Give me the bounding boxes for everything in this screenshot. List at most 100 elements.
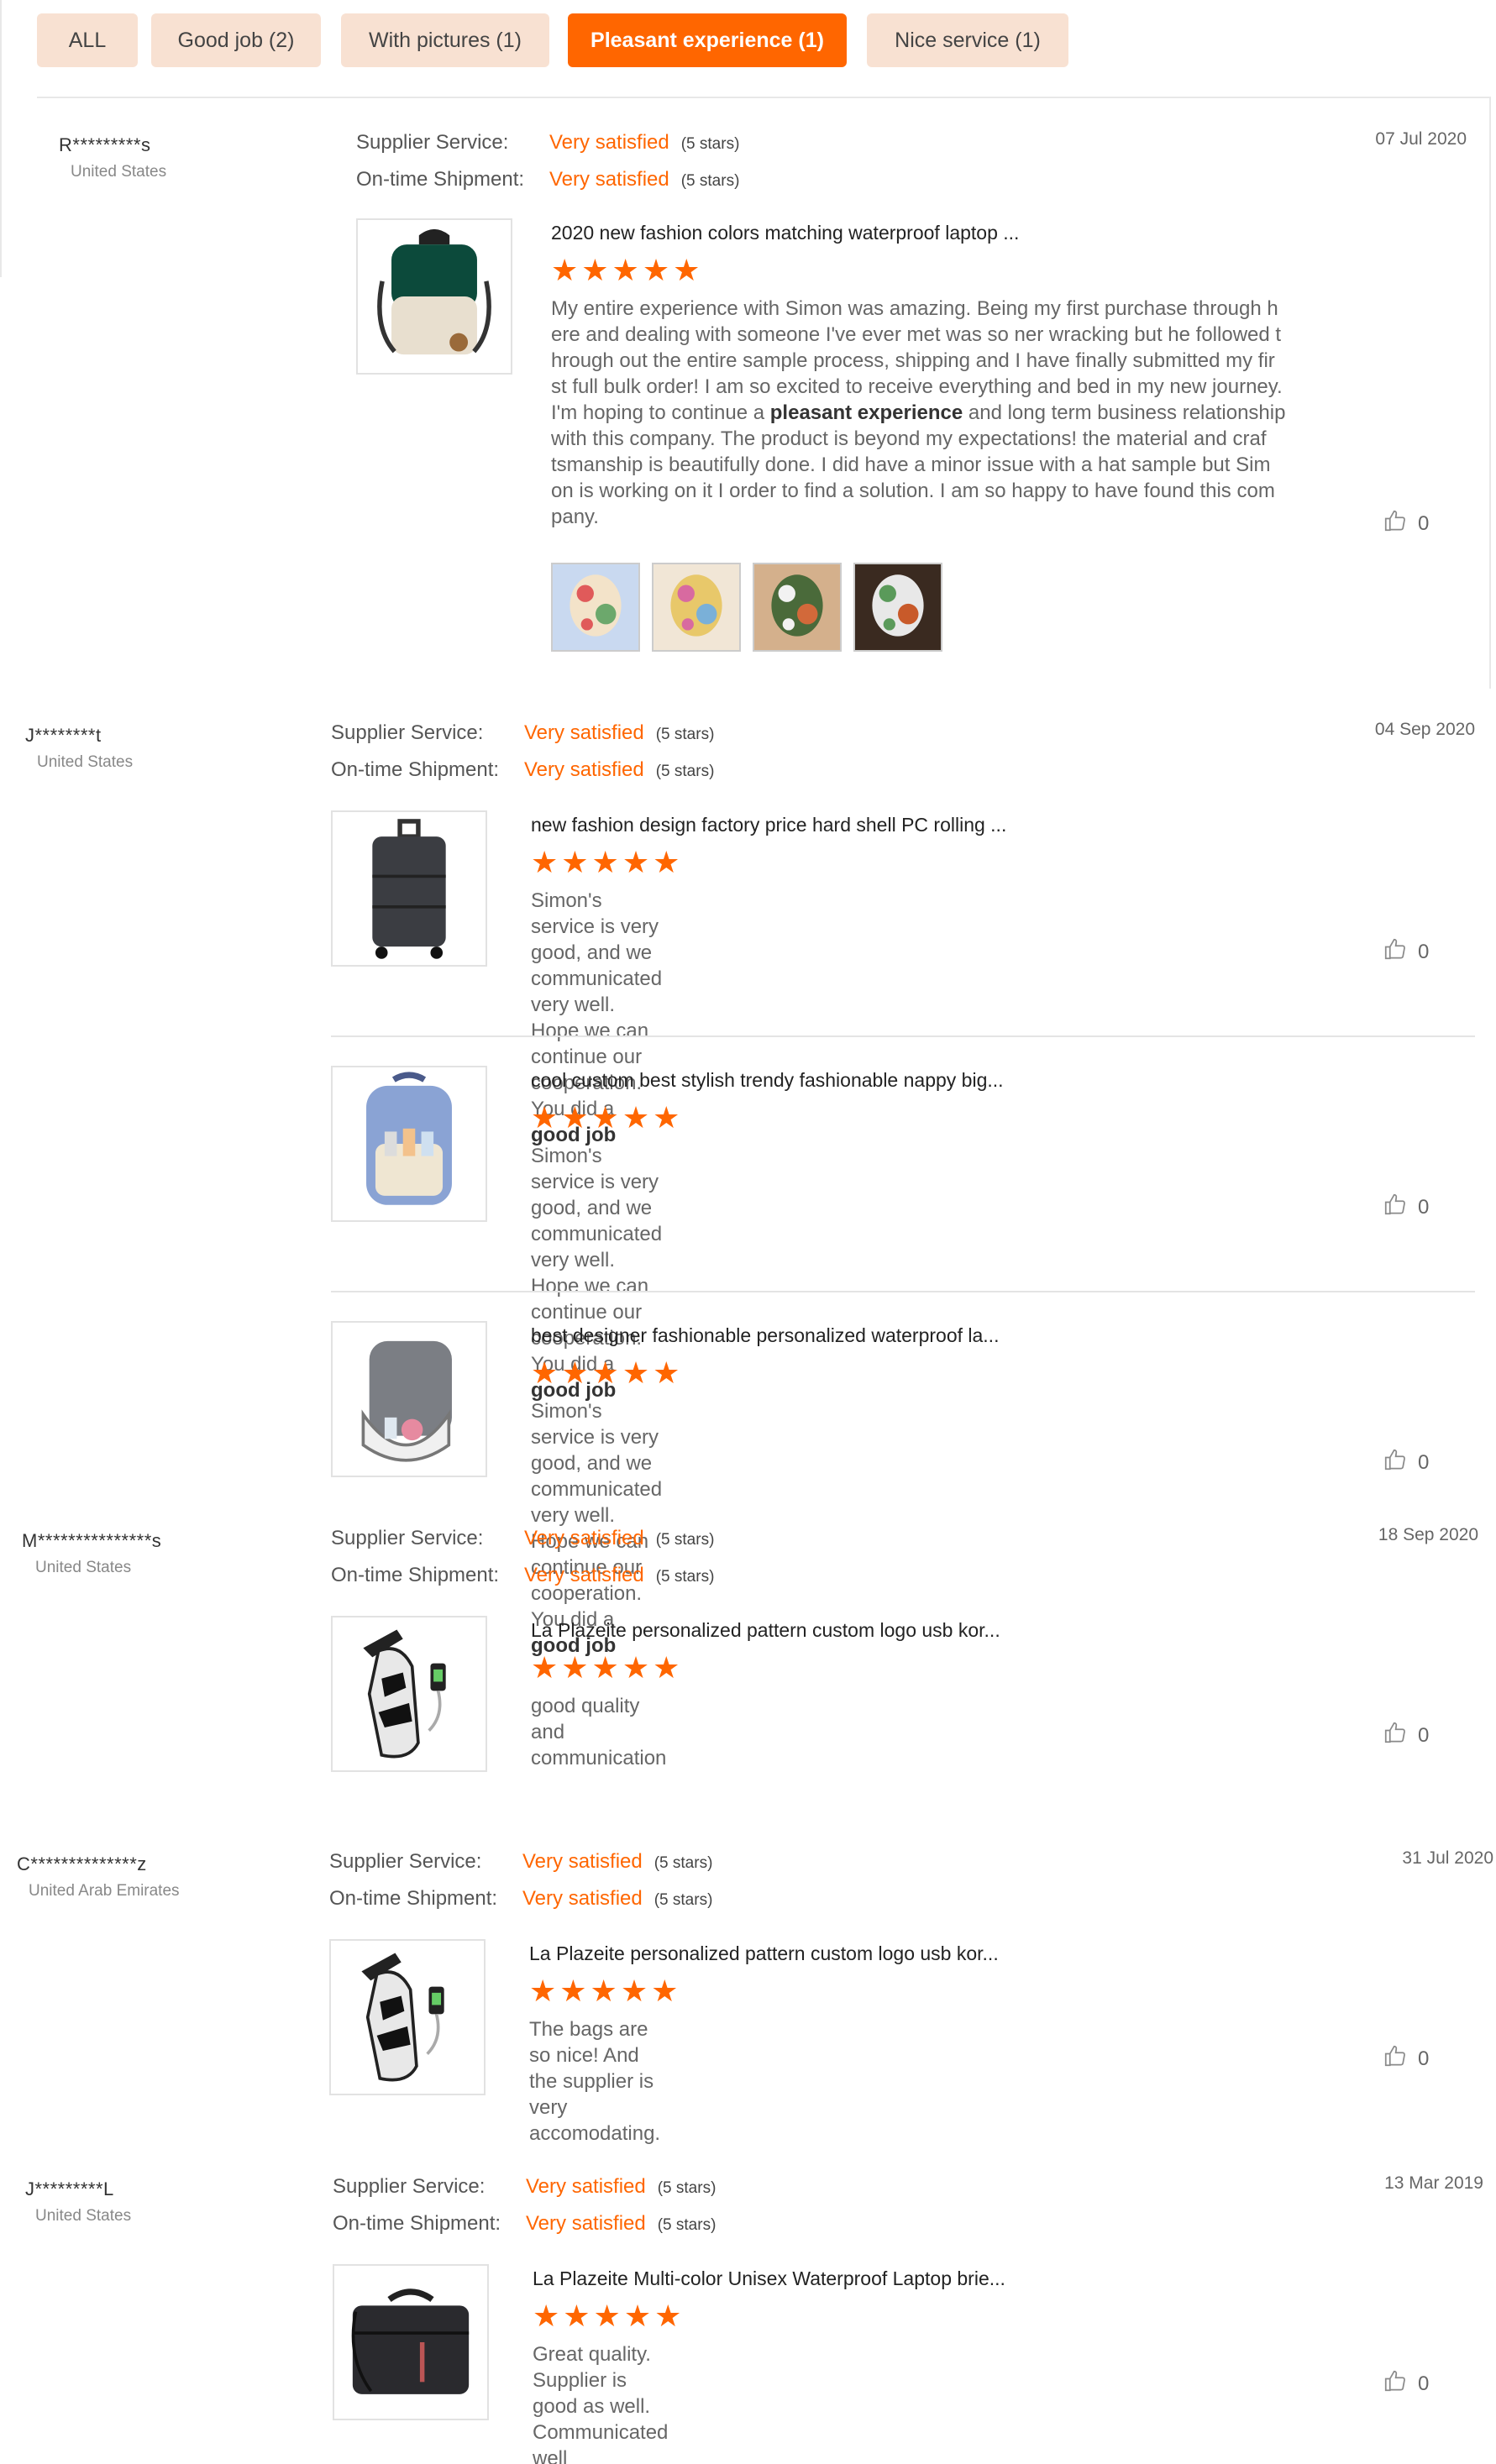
- helpful-count: 0: [1418, 2372, 1430, 2395]
- review-date: 31 Jul 2020: [1402, 1848, 1493, 1868]
- review-pictures: [551, 563, 942, 652]
- product-image[interactable]: [331, 1616, 487, 1772]
- rating-value: Very satisfied: [524, 1527, 644, 1549]
- rating-star-count: (5 stars): [657, 2216, 717, 2234]
- product-title-link[interactable]: cool custom best stylish trendy fashiona…: [531, 1069, 1004, 1092]
- thumbs-up-icon: [1383, 2368, 1408, 2399]
- review-comment: Great quality. Supplier is good as well.…: [533, 2341, 668, 2464]
- thumbs-up-icon: [1383, 936, 1408, 967]
- rating-value: Very satisfied: [526, 2212, 646, 2235]
- star-rating: ★★★★★: [529, 1974, 682, 2008]
- review-date: 18 Sep 2020: [1378, 1525, 1478, 1544]
- rating-value: Very satisfied: [524, 1564, 644, 1586]
- reviewer-country: United States: [37, 753, 134, 771]
- star-rating: ★★★★★: [533, 2299, 685, 2333]
- product-title-link[interactable]: new fashion design factory price hard sh…: [531, 814, 1006, 836]
- reviewer-name: J********t: [25, 725, 102, 746]
- reviewer-country: United States: [71, 163, 167, 181]
- review-date: 07 Jul 2020: [1375, 129, 1467, 149]
- helpful-button[interactable]: 0: [1383, 2043, 1429, 2074]
- rating-label: On-time Shipment:: [331, 1564, 500, 1586]
- product-title-link[interactable]: best designer fashionable personalized w…: [531, 1324, 999, 1347]
- helpful-button[interactable]: 0: [1383, 2368, 1429, 2399]
- rating-label: On-time Shipment:: [329, 1887, 498, 1910]
- rating-star-count: (5 stars): [655, 1568, 715, 1586]
- review-item: R*********s United States 07 Jul 2020 Suppl…: [0, 126, 1496, 652]
- review-date: 13 Mar 2019: [1384, 2173, 1483, 2193]
- rating-value: Very satisfied: [526, 2175, 646, 2198]
- panel-border: [1489, 97, 1491, 689]
- rating-label: On-time Shipment:: [333, 2212, 501, 2235]
- filter-all[interactable]: ALL: [37, 13, 138, 67]
- supplier-service-rating: Supplier Service: Very satisfied (5 stars): [329, 1850, 712, 1875]
- filter-good-job[interactable]: Good job (2): [151, 13, 321, 67]
- reviewer-country: United States: [35, 2207, 132, 2225]
- rating-label: Supplier Service:: [331, 721, 484, 744]
- review-item: J********t United States 04 Sep 2020 Suppli…: [0, 716, 1496, 1657]
- comment-text: good quality and communication: [531, 1695, 667, 1769]
- review-photo[interactable]: [753, 563, 842, 652]
- product-title-link[interactable]: 2020 new fashion colors matching waterpr…: [551, 222, 1019, 244]
- review-item: J*********L United States 13 Mar 2019 Suppl…: [0, 2170, 1496, 2464]
- star-rating: ★★★★★: [551, 253, 704, 287]
- comment-text: Simon's service is very good, and we com…: [531, 1400, 663, 1631]
- on-time-shipment-rating: On-time Shipment: Very satisfied (5 stars): [329, 1887, 712, 1912]
- filter-with-pictures[interactable]: With pictures (1): [341, 13, 549, 67]
- thumbs-up-icon: [1383, 1192, 1408, 1223]
- rating-value: Very satisfied: [522, 1887, 643, 1910]
- review-comment: good quality and communication: [531, 1693, 666, 1771]
- review-item: C**************z United Arab Emirates 31 J…: [0, 1845, 1496, 2145]
- helpful-count: 0: [1418, 2047, 1430, 2070]
- supplier-service-rating: Supplier Service: Very satisfied (5 stars): [331, 721, 714, 747]
- supplier-service-rating: Supplier Service: Very satisfied (5 stars): [356, 131, 739, 156]
- panel-border-left: [0, 0, 2, 277]
- product-title-link[interactable]: La Plazeite personalized pattern custom …: [531, 1619, 1000, 1642]
- helpful-button[interactable]: 0: [1383, 1720, 1429, 1751]
- rating-label: Supplier Service:: [333, 2175, 486, 2198]
- rating-label: Supplier Service:: [356, 131, 509, 154]
- filter-pleasant-experience[interactable]: Pleasant experience (1): [568, 13, 847, 67]
- reviewer-name: M***************s: [22, 1530, 162, 1551]
- product-image[interactable]: [331, 1066, 487, 1222]
- on-time-shipment-rating: On-time Shipment: Very satisfied (5 stars): [333, 2212, 716, 2237]
- rating-value: Very satisfied: [549, 168, 669, 191]
- product-image[interactable]: [333, 2264, 489, 2420]
- helpful-button[interactable]: 0: [1383, 508, 1429, 539]
- thumbs-up-icon: [1383, 508, 1408, 539]
- helpful-count: 0: [1418, 940, 1430, 963]
- product-divider: [331, 1291, 1475, 1292]
- rating-star-count: (5 stars): [655, 763, 715, 780]
- product-image[interactable]: [356, 218, 512, 375]
- rating-label: On-time Shipment:: [331, 758, 500, 781]
- filter-divider: [37, 97, 1491, 98]
- star-rating: ★★★★★: [531, 1355, 684, 1390]
- rating-star-count: (5 stars): [654, 1891, 713, 1909]
- product-image[interactable]: [331, 1321, 487, 1477]
- product-divider: [331, 1035, 1475, 1037]
- rating-label: On-time Shipment:: [356, 168, 525, 191]
- review-comment: The bags are so nice! And the supplier i…: [529, 2016, 660, 2147]
- thumbs-up-icon: [1383, 1447, 1408, 1478]
- star-rating: ★★★★★: [531, 845, 684, 879]
- review-photo[interactable]: [652, 563, 741, 652]
- helpful-button[interactable]: 0: [1383, 1192, 1429, 1223]
- product-title-link[interactable]: La Plazeite Multi-color Unisex Waterproo…: [533, 2267, 1005, 2290]
- thumbs-up-icon: [1383, 1720, 1408, 1751]
- rating-star-count: (5 stars): [680, 135, 740, 153]
- star-rating: ★★★★★: [531, 1650, 684, 1685]
- review-item: M***************s United States 18 Sep 202…: [0, 1522, 1496, 1772]
- supplier-service-rating: Supplier Service: Very satisfied (5 stars): [331, 1527, 714, 1552]
- review-photo[interactable]: [551, 563, 640, 652]
- review-photo[interactable]: [853, 563, 942, 652]
- filter-nice-service[interactable]: Nice service (1): [867, 13, 1068, 67]
- helpful-button[interactable]: 0: [1383, 1447, 1429, 1478]
- product-image[interactable]: [331, 810, 487, 967]
- rating-star-count: (5 stars): [680, 172, 740, 190]
- product-title-link[interactable]: La Plazeite personalized pattern custom …: [529, 1942, 999, 1965]
- on-time-shipment-rating: On-time Shipment: Very satisfied (5 stars): [331, 1564, 714, 1589]
- helpful-button[interactable]: 0: [1383, 936, 1429, 967]
- reviewer-name: R*********s: [59, 134, 151, 155]
- product-image[interactable]: [329, 1939, 486, 2095]
- reviewer-name: J*********L: [25, 2178, 114, 2199]
- helpful-count: 0: [1418, 511, 1430, 535]
